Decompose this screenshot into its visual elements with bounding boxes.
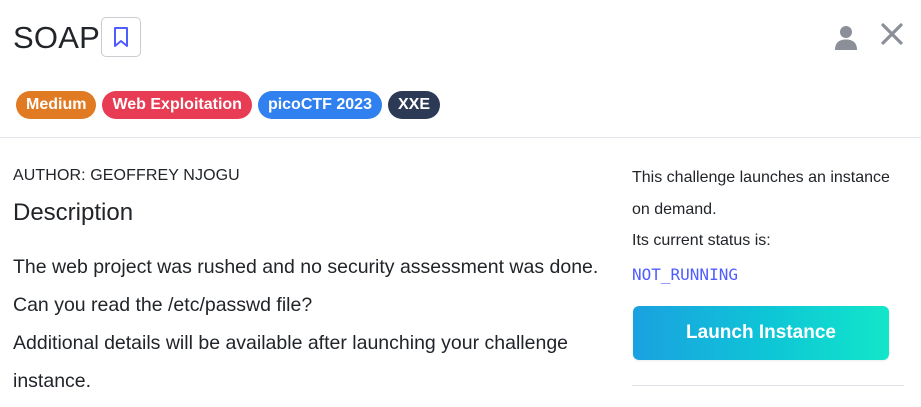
challenge-header: SOAP Medium Web Exploitation picoCTF 202… [0,0,921,138]
close-icon [881,23,903,45]
author-label: AUTHOR: GEOFFREY NJOGU [13,167,240,184]
instance-panel: This challenge launches an instance on d… [632,162,894,286]
panel-divider [632,385,904,386]
tag-topic: XXE [387,91,440,119]
description-body: The web project was rushed and no securi… [13,248,603,400]
tag-difficulty: Medium [16,91,97,119]
user-button[interactable] [832,23,860,51]
instance-status-value: NOT_RUNNING [632,264,738,284]
bookmark-button[interactable] [101,17,141,57]
bookmark-icon [114,27,128,47]
challenge-title: SOAP [13,20,100,55]
instance-info-text: This challenge launches an instance on d… [632,169,890,218]
description-paragraph: The web project was rushed and no securi… [13,256,599,316]
description-heading: Description [13,199,134,226]
close-button[interactable] [878,20,906,48]
user-icon [835,26,857,50]
tag-category: Web Exploitation [102,91,252,119]
tag-list: Medium Web Exploitation picoCTF 2023 XXE [16,91,440,119]
description-paragraph: Additional details will be available aft… [13,332,569,392]
tag-event: picoCTF 2023 [257,91,382,119]
launch-instance-button[interactable]: Launch Instance [633,306,889,360]
instance-status-label: Its current status is: [632,232,771,249]
